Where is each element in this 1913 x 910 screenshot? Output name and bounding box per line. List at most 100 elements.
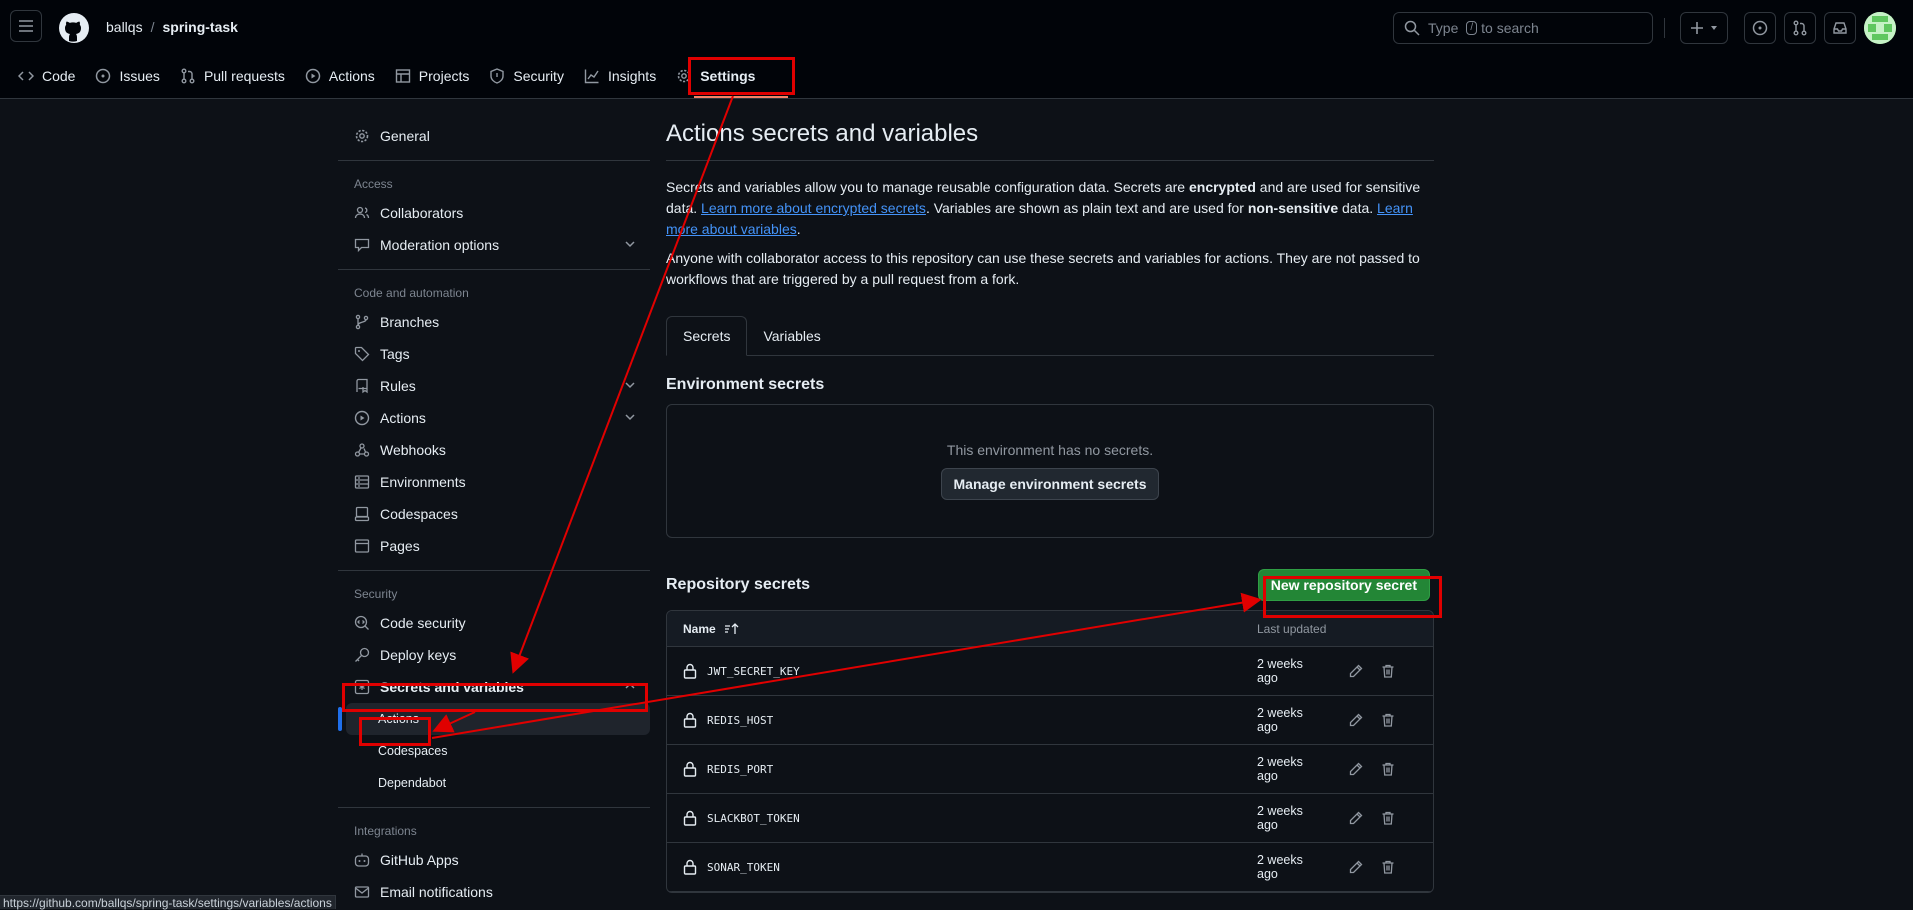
- environment-secrets-title: Environment secrets: [666, 376, 825, 393]
- repository-secrets-header: Repository secrets New repository secret: [666, 568, 1434, 602]
- codespaces-icon: [354, 506, 370, 522]
- active-tab-indicator: [694, 96, 788, 98]
- intro-paragraph: Secrets and variables allow you to manag…: [666, 177, 1434, 240]
- play-icon: [305, 68, 321, 84]
- breadcrumb-owner[interactable]: ballqs: [106, 19, 143, 35]
- table-header: Name Last updated: [667, 611, 1433, 647]
- sidebar-item-deploy-keys[interactable]: Deploy keys: [338, 639, 650, 671]
- tab-settings[interactable]: Settings: [666, 58, 765, 94]
- sidebar-item-code-security[interactable]: Code security: [338, 607, 650, 639]
- issue-icon: [96, 68, 111, 84]
- repo-push-icon: [356, 378, 368, 394]
- tab-variables[interactable]: Variables: [747, 316, 836, 356]
- tab-insights-label: Insights: [607, 68, 657, 84]
- secret-last-updated: 2 weeks ago: [1257, 706, 1303, 734]
- secret-name: JWT_SECRET_KEY: [707, 664, 800, 678]
- search-input[interactable]: Type / to search: [1393, 12, 1653, 44]
- sidebar-item-email-notifications[interactable]: Email notifications: [338, 876, 650, 908]
- tab-security[interactable]: Security: [479, 58, 574, 94]
- intro-non-sensitive: non-sensitive: [1247, 200, 1339, 216]
- column-name[interactable]: Name: [667, 622, 1257, 636]
- breadcrumb: ballqs / spring-task: [106, 19, 238, 35]
- sidebar-subitem-label: Dependabot: [378, 776, 447, 790]
- pencil-icon[interactable]: [1349, 713, 1363, 727]
- secret-name: SLACKBOT_TOKEN: [707, 811, 800, 825]
- chevron-down-icon: [625, 414, 635, 421]
- sidebar-item-moderation[interactable]: Moderation options: [338, 229, 650, 261]
- intro-text-5: .: [796, 221, 801, 237]
- sidebar-item-codespaces[interactable]: Codespaces: [338, 498, 650, 530]
- tab-projects[interactable]: Projects: [385, 58, 480, 94]
- hamburger-icon: [19, 20, 33, 32]
- sidebar-item-collaborators[interactable]: Collaborators: [338, 197, 650, 229]
- manage-environment-secrets-button[interactable]: Manage environment secrets: [940, 468, 1160, 500]
- pull-requests-button[interactable]: [1784, 12, 1816, 44]
- pencil-icon[interactable]: [1349, 762, 1363, 776]
- sidebar-item-environments[interactable]: Environments: [338, 466, 650, 498]
- key-icon: [355, 647, 370, 662]
- sidebar-item-github-apps[interactable]: GitHub Apps: [338, 844, 650, 876]
- sidebar-subitem-codespaces[interactable]: Codespaces: [338, 735, 650, 767]
- settings-sidebar: General Access Collaborators Moderation …: [338, 120, 650, 908]
- sidebar-item-actions[interactable]: Actions: [338, 402, 650, 434]
- chevron-up-icon: [625, 682, 635, 689]
- lock-icon: [667, 761, 707, 777]
- new-repository-secret-button[interactable]: New repository secret: [1257, 569, 1430, 601]
- sidebar-item-rules[interactable]: Rules: [338, 370, 650, 402]
- sidebar-item-webhooks[interactable]: Webhooks: [338, 434, 650, 466]
- inbox-button[interactable]: [1824, 12, 1856, 44]
- trash-icon[interactable]: [1381, 811, 1395, 825]
- sidebar-item-label: Environments: [380, 474, 466, 490]
- lock-icon: [667, 712, 707, 728]
- sidebar-subitem-actions[interactable]: Actions: [338, 703, 650, 735]
- tab-code[interactable]: Code: [8, 58, 85, 94]
- sidebar-item-pages[interactable]: Pages: [338, 530, 650, 562]
- avatar[interactable]: [1864, 12, 1896, 44]
- lock-icon: [667, 859, 707, 875]
- trash-icon[interactable]: [1381, 713, 1395, 727]
- secret-last-updated: 2 weeks ago: [1257, 755, 1303, 783]
- pencil-icon[interactable]: [1349, 811, 1363, 825]
- sidebar-item-tags[interactable]: Tags: [338, 338, 650, 370]
- sidebar-subitem-dependabot[interactable]: Dependabot: [338, 767, 650, 799]
- breadcrumb-separator: /: [150, 19, 155, 35]
- sidebar-heading-access: Access: [354, 177, 393, 191]
- intro-text-1: Secrets and variables allow you to manag…: [666, 179, 1189, 195]
- sidebar-item-branches[interactable]: Branches: [338, 306, 650, 338]
- github-logo-icon[interactable]: [58, 12, 90, 44]
- learn-more-secrets-link[interactable]: Learn more about encrypted secrets: [701, 200, 926, 216]
- pull-request-icon: [1793, 20, 1807, 36]
- breadcrumb-repo[interactable]: spring-task: [162, 19, 237, 35]
- pencil-icon[interactable]: [1349, 664, 1363, 678]
- tab-secrets[interactable]: Secrets: [666, 316, 748, 356]
- create-new-button[interactable]: [1680, 12, 1728, 44]
- sidebar-item-secrets-variables[interactable]: Secrets and variables: [338, 671, 650, 703]
- pencil-icon[interactable]: [1349, 860, 1363, 874]
- tag-icon: [354, 346, 370, 362]
- issues-button[interactable]: [1744, 12, 1776, 44]
- sidebar-item-label: Code security: [380, 615, 466, 631]
- sidebar-item-label: Pages: [380, 538, 420, 554]
- menu-button[interactable]: [10, 10, 42, 42]
- sidebar-item-label: Moderation options: [380, 237, 500, 253]
- sidebar-item-label: Collaborators: [380, 205, 464, 221]
- intro-text-3: . Variables are shown as plain text and …: [925, 200, 1248, 216]
- trash-icon[interactable]: [1381, 762, 1395, 776]
- tab-issues[interactable]: Issues: [85, 58, 169, 94]
- tab-insights[interactable]: Insights: [574, 58, 666, 94]
- row-actions: [1349, 811, 1395, 825]
- trash-icon[interactable]: [1381, 664, 1395, 678]
- sidebar-item-general[interactable]: General: [338, 120, 650, 152]
- tab-code-label: Code: [42, 68, 76, 84]
- tab-actions-label: Actions: [328, 68, 375, 84]
- table-icon: [395, 69, 410, 83]
- trash-icon[interactable]: [1381, 860, 1395, 874]
- repository-secrets-title: Repository secrets: [666, 576, 811, 593]
- tab-actions[interactable]: Actions: [295, 58, 385, 94]
- tab-pull-requests[interactable]: Pull requests: [170, 58, 295, 94]
- sidebar-divider: [338, 570, 650, 571]
- table-row: SONAR_TOKEN 2 weeks ago: [667, 843, 1433, 892]
- code-icon: [18, 71, 34, 81]
- intro-text-4: data.: [1338, 200, 1378, 216]
- tab-settings-label: Settings: [700, 68, 756, 84]
